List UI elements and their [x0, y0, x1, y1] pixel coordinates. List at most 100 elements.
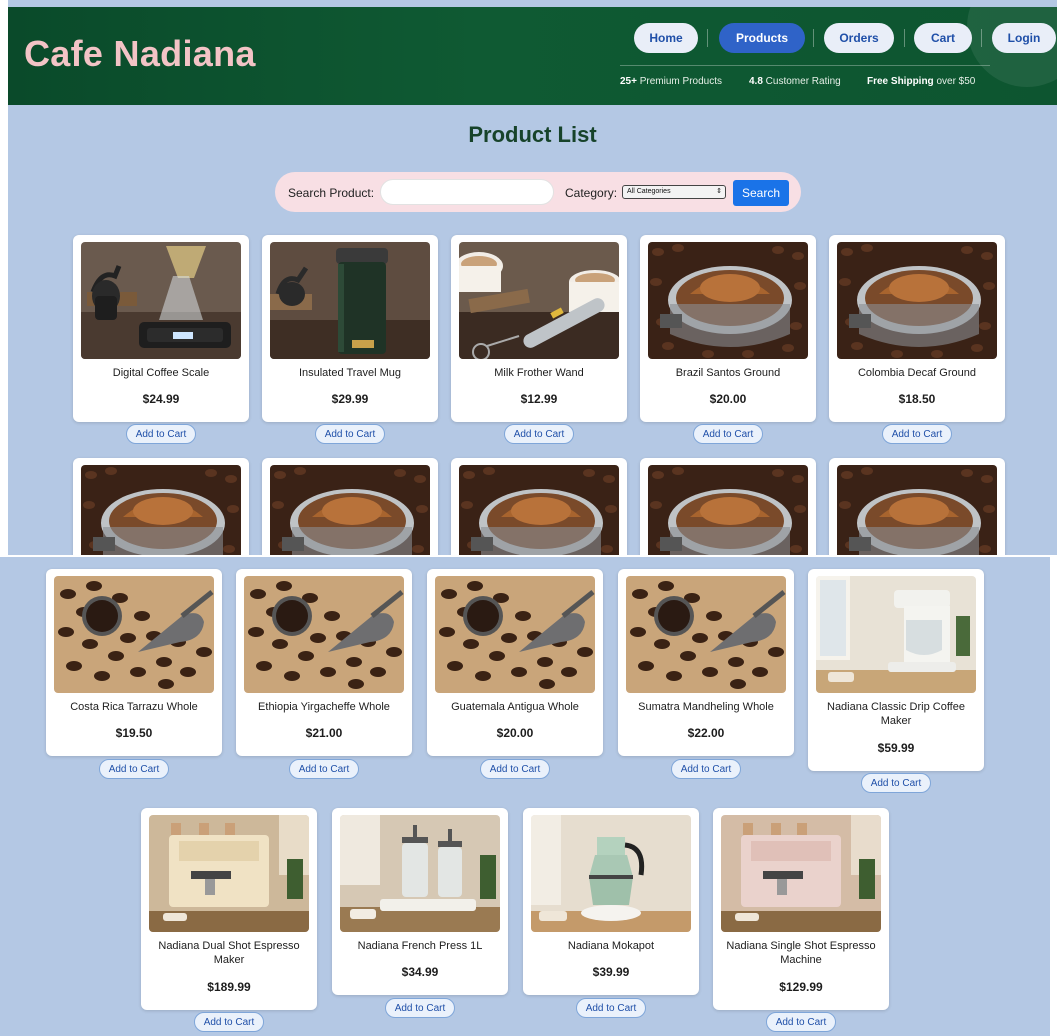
add-to-cart-button-costa-rica-tarrazu-whole[interactable]: Add to Cart: [99, 759, 169, 779]
product-name: Nadiana Classic Drip Coffee Maker: [827, 701, 965, 727]
product-name: Guatemala Antigua Whole: [451, 701, 579, 713]
product-price: $12.99: [520, 392, 558, 406]
category-select-value: All Categories: [627, 188, 671, 195]
search-button[interactable]: Search: [733, 180, 789, 206]
product-name: Brazil Santos Ground: [675, 367, 781, 379]
add-to-cart-button-sumatra-mandheling-whole[interactable]: Add to Cart: [671, 759, 741, 779]
product-card-milk-frother-wand[interactable]: Milk Frother Wand $12.99: [451, 235, 627, 422]
stat-rating-label: Customer Rating: [762, 76, 841, 87]
product-image[interactable]: [459, 465, 619, 555]
product-image[interactable]: [340, 815, 500, 932]
product-card-row2-4[interactable]: [640, 458, 816, 555]
add-to-cart-button-nadiana-mokapot[interactable]: Add to Cart: [576, 998, 646, 1018]
search-bar: Search Product: Category: All Categories…: [275, 172, 801, 212]
product-image[interactable]: [270, 465, 430, 555]
site-header: Cafe Nadiana Home Products Orders Cart L…: [8, 7, 1057, 105]
product-image[interactable]: [837, 242, 997, 359]
product-card-digital-coffee-scale[interactable]: Digital Coffee Scale $24.99: [73, 235, 249, 422]
product-price: $19.50: [115, 726, 153, 740]
product-card-nadiana-classic-drip-coffee-maker[interactable]: Nadiana Classic Drip Coffee Maker $59.99: [808, 569, 984, 771]
product-image[interactable]: [816, 576, 976, 693]
product-card-guatemala-antigua-whole[interactable]: Guatemala Antigua Whole $20.00: [427, 569, 603, 756]
product-name: Insulated Travel Mug: [298, 367, 402, 379]
add-to-cart-button-ethiopia-yirgacheffe-whole[interactable]: Add to Cart: [289, 759, 359, 779]
product-card-row2-1[interactable]: [73, 458, 249, 555]
product-image[interactable]: [721, 815, 881, 932]
stat-products-label: Premium Products: [636, 76, 722, 87]
product-price: $22.00: [687, 726, 725, 740]
product-price: $59.99: [877, 741, 915, 755]
product-name: Digital Coffee Scale: [112, 367, 210, 379]
product-image[interactable]: [149, 815, 309, 932]
product-card-brazil-santos-ground[interactable]: Brazil Santos Ground $20.00: [640, 235, 816, 422]
product-price: $29.99: [331, 392, 369, 406]
product-image[interactable]: [648, 242, 808, 359]
product-image[interactable]: [531, 815, 691, 932]
stats-divider: [620, 65, 990, 66]
product-name: Nadiana Single Shot Espresso Machine: [726, 940, 876, 966]
stat-shipping-label: over $50: [933, 76, 976, 87]
nav-cart-button[interactable]: Cart: [914, 23, 972, 53]
nav-home-button[interactable]: Home: [634, 23, 698, 53]
add-to-cart-button-digital-coffee-scale[interactable]: Add to Cart: [126, 424, 196, 444]
add-to-cart-button-colombia-decaf-ground[interactable]: Add to Cart: [882, 424, 952, 444]
nav-separator: [904, 29, 905, 47]
nav-orders-button[interactable]: Orders: [824, 23, 894, 53]
add-to-cart-button-nadiana-single-shot-espresso-machine[interactable]: Add to Cart: [766, 1012, 836, 1032]
product-image[interactable]: [81, 465, 241, 555]
product-name: Colombia Decaf Ground: [857, 367, 976, 379]
product-card-nadiana-dual-shot-espresso-maker[interactable]: Nadiana Dual Shot Espresso Maker $189.99: [141, 808, 317, 1010]
add-to-cart-button-nadiana-french-press-1l[interactable]: Add to Cart: [385, 998, 455, 1018]
product-card-ethiopia-yirgacheffe-whole[interactable]: Ethiopia Yirgacheffe Whole $21.00: [236, 569, 412, 756]
product-image[interactable]: [270, 242, 430, 359]
product-card-sumatra-mandheling-whole[interactable]: Sumatra Mandheling Whole $22.00: [618, 569, 794, 756]
nav-separator: [981, 29, 982, 47]
product-price: $129.99: [779, 980, 823, 994]
product-image[interactable]: [648, 465, 808, 555]
product-name: Costa Rica Tarrazu Whole: [70, 701, 198, 713]
product-price: $21.00: [305, 726, 343, 740]
category-select[interactable]: All Categories ⇕: [622, 185, 726, 199]
product-name: Sumatra Mandheling Whole: [638, 701, 774, 713]
add-to-cart-button-brazil-santos-ground[interactable]: Add to Cart: [693, 424, 763, 444]
product-card-row2-2[interactable]: [262, 458, 438, 555]
add-to-cart-button-nadiana-dual-shot-espresso-maker[interactable]: Add to Cart: [194, 1012, 264, 1032]
search-input[interactable]: [380, 179, 554, 205]
product-card-row2-5[interactable]: [829, 458, 1005, 555]
page-title: Product List: [468, 122, 597, 147]
chevron-updown-icon: ⇕: [716, 188, 722, 195]
product-card-costa-rica-tarrazu-whole[interactable]: Costa Rica Tarrazu Whole $19.50: [46, 569, 222, 756]
product-price: $39.99: [592, 965, 630, 979]
product-card-row2-3[interactable]: [451, 458, 627, 555]
product-image[interactable]: [837, 465, 997, 555]
product-name: Nadiana Mokapot: [567, 940, 655, 952]
product-image[interactable]: [54, 576, 214, 693]
product-name: Nadiana French Press 1L: [357, 940, 483, 952]
nav-login-button[interactable]: Login: [992, 23, 1056, 53]
product-image[interactable]: [81, 242, 241, 359]
nav-separator: [813, 29, 814, 47]
product-image[interactable]: [435, 576, 595, 693]
product-image[interactable]: [459, 242, 619, 359]
add-to-cart-button-nadiana-classic-drip-coffee-maker[interactable]: Add to Cart: [861, 773, 931, 793]
add-to-cart-button-insulated-travel-mug[interactable]: Add to Cart: [315, 424, 385, 444]
brand-logo[interactable]: Cafe Nadiana: [24, 33, 256, 75]
product-card-nadiana-single-shot-espresso-machine[interactable]: Nadiana Single Shot Espresso Machine $129…: [713, 808, 889, 1010]
add-to-cart-button-guatemala-antigua-whole[interactable]: Add to Cart: [480, 759, 550, 779]
product-price: $34.99: [401, 965, 439, 979]
product-price: $24.99: [142, 392, 180, 406]
stat-products-value: 25+: [620, 76, 637, 87]
product-image[interactable]: [626, 576, 786, 693]
product-card-nadiana-mokapot[interactable]: Nadiana Mokapot $39.99: [523, 808, 699, 995]
stat-shipping: Free Shipping over $50: [867, 76, 975, 87]
product-image[interactable]: [244, 576, 404, 693]
stat-rating-value: 4.8: [749, 76, 763, 87]
product-card-nadiana-french-press-1l[interactable]: Nadiana French Press 1L $34.99: [332, 808, 508, 995]
add-to-cart-button-milk-frother-wand[interactable]: Add to Cart: [504, 424, 574, 444]
product-price: $18.50: [898, 392, 936, 406]
product-price: $20.00: [709, 392, 747, 406]
nav-products-button[interactable]: Products: [719, 23, 805, 53]
product-card-colombia-decaf-ground[interactable]: Colombia Decaf Ground $18.50: [829, 235, 1005, 422]
product-card-insulated-travel-mug[interactable]: Insulated Travel Mug $29.99: [262, 235, 438, 422]
product-name: Nadiana Dual Shot Espresso Maker: [158, 940, 300, 966]
